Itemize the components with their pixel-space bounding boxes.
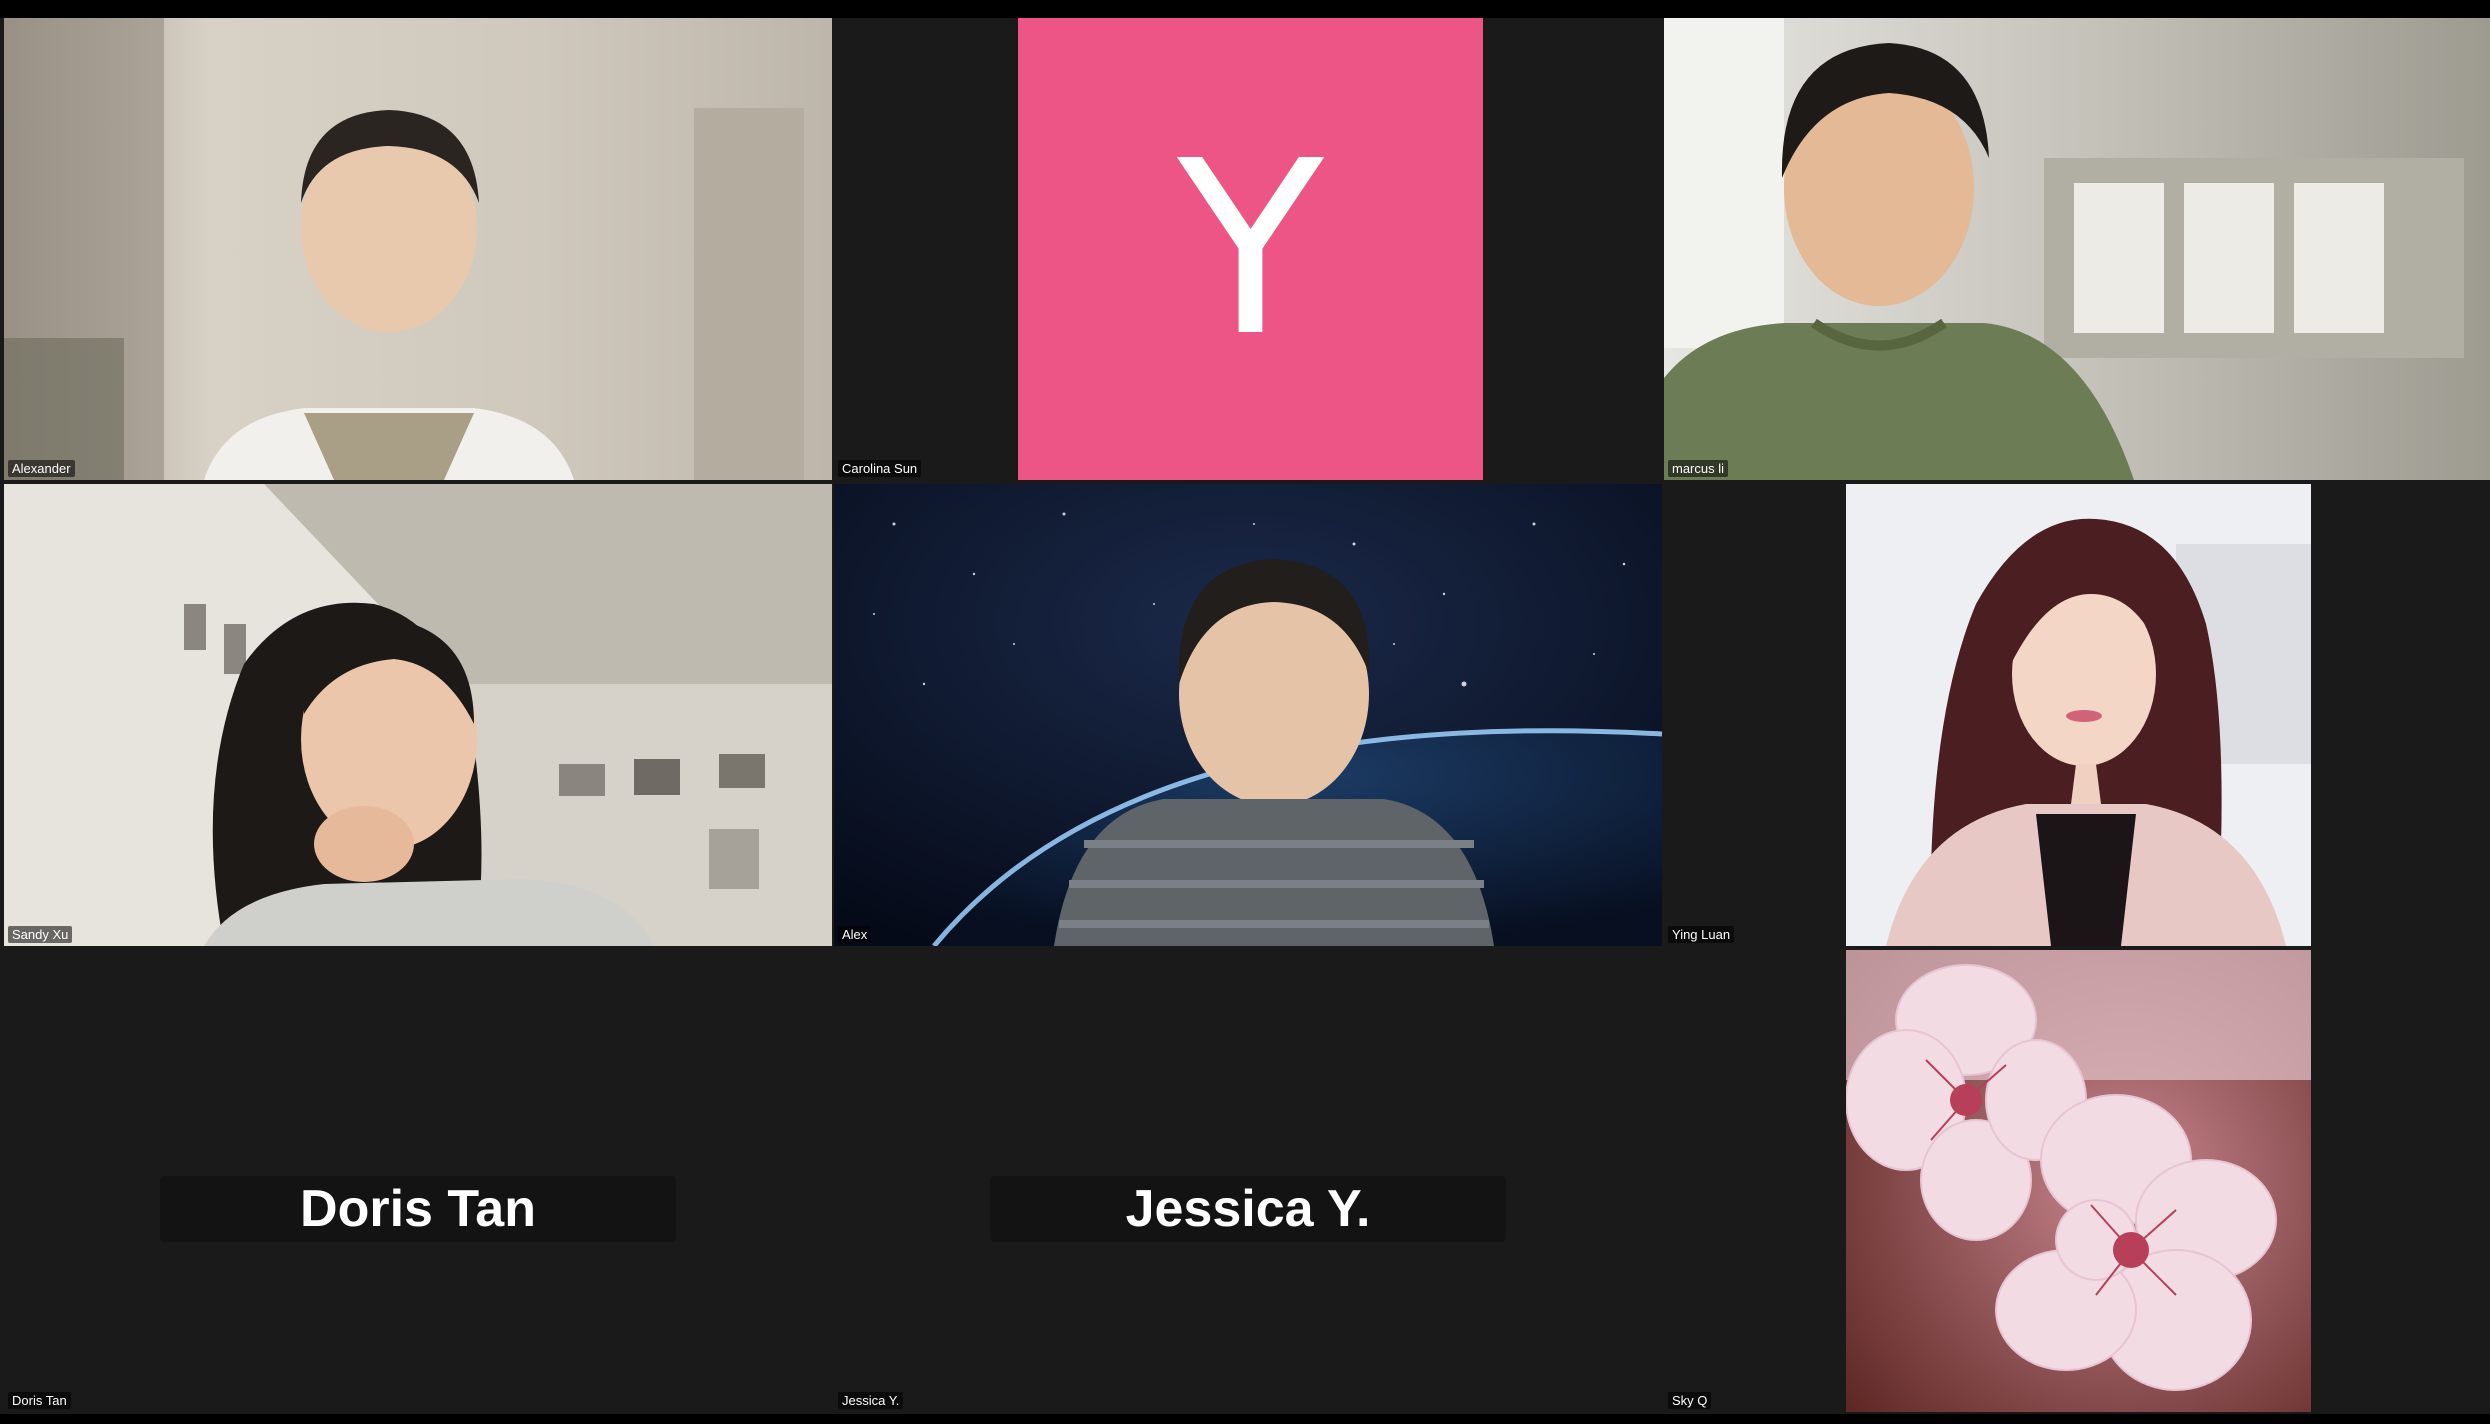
participant-name-label: Ying Luan xyxy=(1668,926,1735,943)
participant-name-label: Alex xyxy=(838,926,872,943)
participant-name-label: Jessica Y. xyxy=(838,1392,904,1409)
participant-name-label: Alexander xyxy=(8,460,75,477)
participant-tile-ying-luan[interactable]: Ying Luan xyxy=(1664,484,2490,946)
participant-name-label: Doris Tan xyxy=(8,1392,71,1409)
participant-video xyxy=(4,18,832,480)
participant-tile-marcus-li[interactable]: marcus li xyxy=(1664,18,2490,480)
participant-name-label: Sky Q xyxy=(1668,1392,1712,1409)
participant-display-name: Doris Tan xyxy=(160,1176,676,1242)
participant-name-label: marcus li xyxy=(1668,460,1729,477)
participant-profile-photo xyxy=(1846,484,2311,946)
participant-tile-alexander[interactable]: Alexander xyxy=(4,18,832,480)
participant-tile-alex[interactable]: Alex xyxy=(834,484,1662,946)
participant-tile-doris-tan[interactable]: Doris Tan Doris Tan xyxy=(4,950,832,1412)
participant-video xyxy=(834,484,1662,946)
participant-name-label: Carolina Sun xyxy=(838,460,922,477)
avatar-letter-tile: Y xyxy=(1018,18,1483,480)
participant-display-name: Jessica Y. xyxy=(990,1176,1506,1242)
participant-video xyxy=(4,484,832,946)
participant-profile-photo xyxy=(1846,950,2311,1412)
participant-video xyxy=(1664,18,2490,480)
participant-tile-jessica-y[interactable]: Jessica Y. Jessica Y. xyxy=(834,950,1662,1412)
participant-tile-carolina-sun[interactable]: Y Carolina Sun xyxy=(834,18,1662,480)
participant-name-label: Sandy Xu xyxy=(8,926,73,943)
video-gallery: Alexander Y Carolina Sun marcus li Sandy… xyxy=(0,18,2490,1414)
participant-tile-sandy-xu[interactable]: Sandy Xu xyxy=(4,484,832,946)
participant-tile-sky-q[interactable]: Sky Q xyxy=(1664,950,2490,1412)
